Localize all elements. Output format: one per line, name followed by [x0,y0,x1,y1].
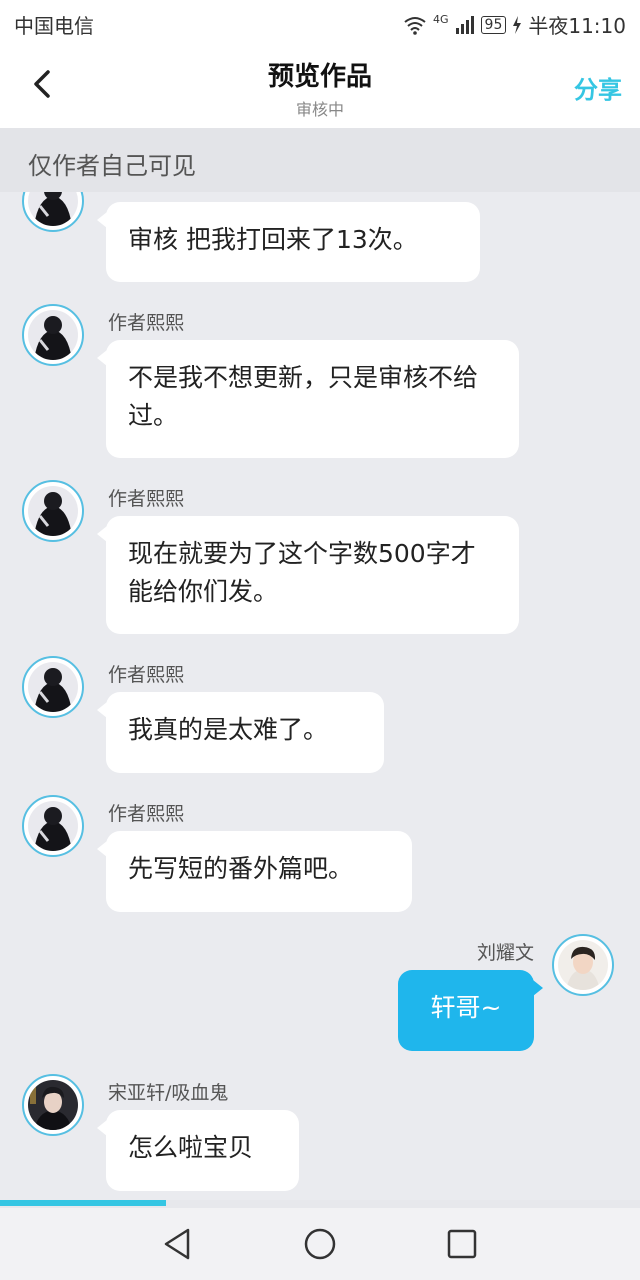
network-type: 4G [433,13,449,26]
author-avatar-image [28,310,78,360]
sender-name: 作者熙熙 [108,312,185,334]
sender-name: 作者熙熙 [108,803,185,825]
message-bubble[interactable]: 现在就要为了这个字数500字才能给你们发。 [97,516,519,634]
message-text: 先写短的番外篇吧。 [128,854,354,883]
sender-name: 刘耀文 [476,942,534,964]
battery-level: 95 [480,15,507,34]
author-avatar-image [28,486,78,536]
message-bubble[interactable]: 先写短的番外篇吧。 [97,831,412,912]
sender-name: 作者熙熙 [108,488,185,510]
message-text: 审核 把我打回来了13次。 [128,225,418,254]
message-text: 现在就要为了这个字数500字才能给你们发。 [128,539,476,606]
visibility-notice-text: 仅作者自己可见 [28,152,196,180]
author-avatar[interactable] [22,795,84,857]
visibility-notice: 仅作者自己可见 [0,128,640,192]
message-bubble[interactable]: 轩哥~ [398,970,543,1051]
carrier-name: 中国电信 [14,14,94,38]
clock: 半夜11:10 [528,14,626,38]
page-subtitle: 审核中 [295,100,344,119]
nav-back-icon[interactable] [158,1224,198,1264]
author-avatar-image [28,801,78,851]
message-text: 不是我不想更新，只是审核不给过。 [128,363,479,430]
author-avatar-image [28,192,78,226]
page-title: 预览作品 [267,62,372,92]
message-bubble[interactable]: 审核 把我打回来了13次。 [97,202,480,282]
author-avatar-image [28,662,78,712]
share-button[interactable]: 分享 [574,70,622,105]
message-bubble[interactable]: 怎么啦宝贝 [97,1110,299,1191]
reader-avatar[interactable] [552,934,614,996]
sender-name: 作者熙熙 [108,664,185,686]
message-text: 轩哥~ [430,993,502,1022]
message-bubble[interactable]: 我真的是太难了。 [97,692,384,773]
author-avatar[interactable] [22,304,84,366]
chat-list[interactable]: 审核 把我打回来了13次。 作者熙熙 不是我不想更新，只是审核不给过。 作者熙熙… [0,192,640,1200]
sender-name: 宋亚轩/吸血鬼 [108,1082,229,1104]
reader-avatar-image [558,940,608,990]
author-avatar[interactable] [22,656,84,718]
message-text: 怎么啦宝贝 [128,1133,254,1162]
wifi-icon [404,16,426,35]
author-avatar[interactable] [22,480,84,542]
status-bar: 中国电信 4G 95 半夜11:10 [0,0,640,44]
author-avatar[interactable] [22,192,84,232]
reading-progress-bar [0,1200,640,1208]
app-header: 预览作品 审核中 分享 [0,44,640,128]
nav-recents-icon[interactable] [442,1224,482,1264]
status-icons: 4G 95 半夜11:10 [403,10,626,39]
nav-home-icon[interactable] [300,1224,340,1264]
message-text: 我真的是太难了。 [128,715,329,744]
reading-progress-fill [0,1200,167,1206]
character-avatar[interactable] [22,1074,84,1136]
system-navigation-bar [0,1208,640,1280]
signal-icon [455,15,474,34]
charging-icon [513,15,522,34]
message-bubble[interactable]: 不是我不想更新，只是审核不给过。 [97,340,519,458]
character-avatar-image [28,1080,78,1130]
